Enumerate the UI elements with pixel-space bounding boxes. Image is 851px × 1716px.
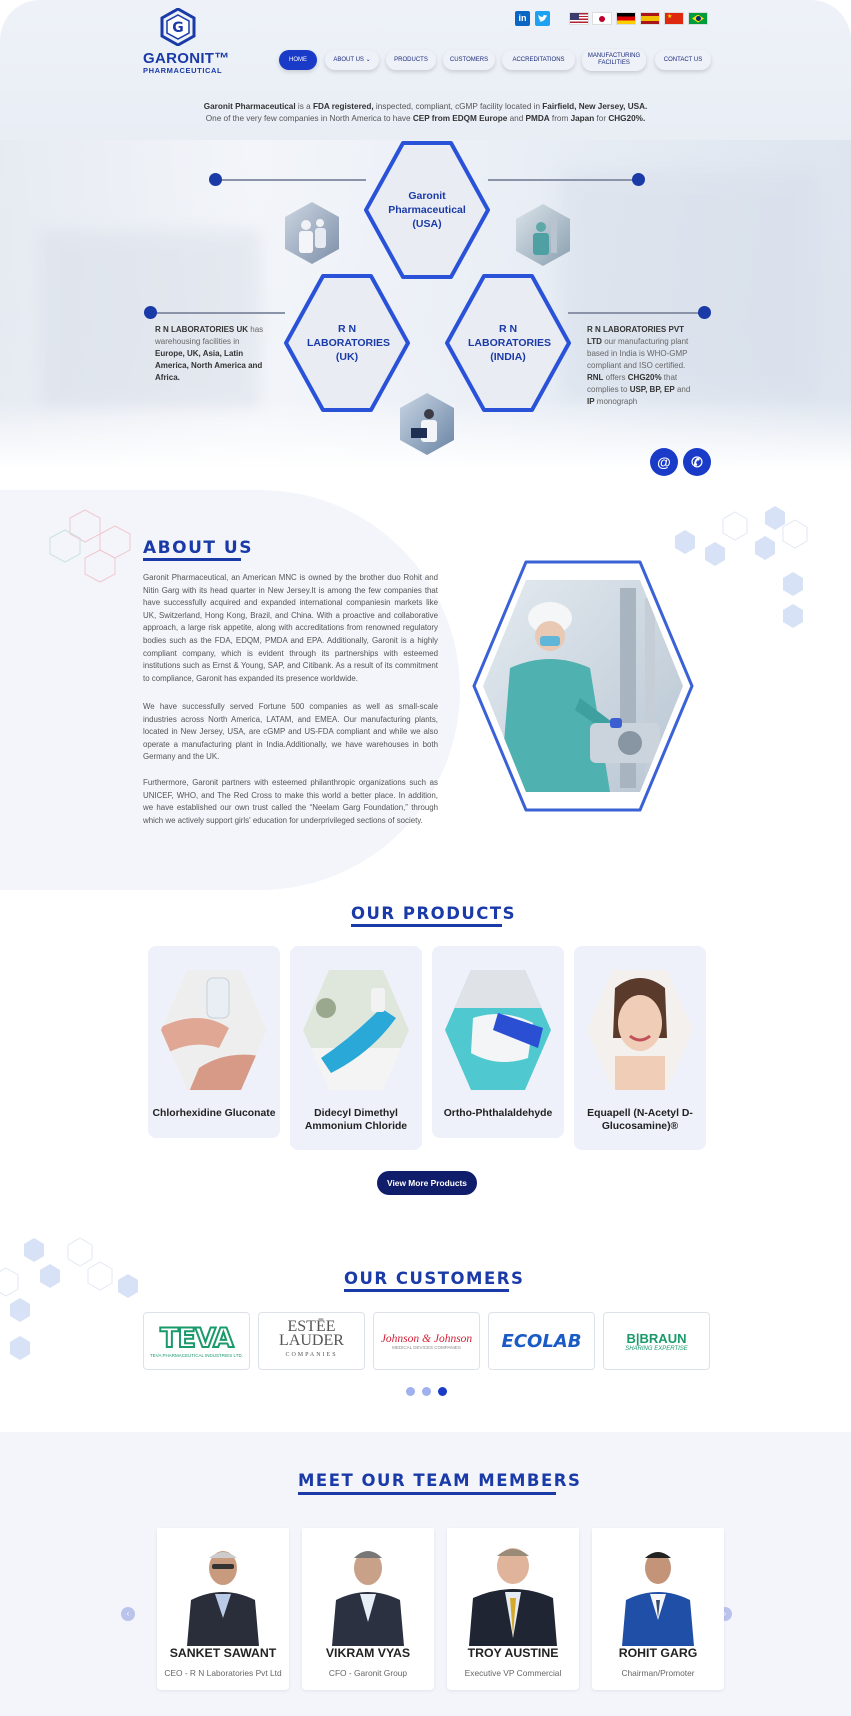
phone-button[interactable]: ✆ bbox=[683, 448, 711, 476]
brand-logo[interactable]: G GARONIT™ PHARMACEUTICAL bbox=[143, 8, 233, 75]
brand-sub: PHARMACEUTICAL bbox=[143, 66, 223, 75]
hexagon-decoration-icon bbox=[0, 1237, 138, 1360]
nav-about-us[interactable]: ABOUT US ⌄ bbox=[325, 50, 379, 70]
svg-text:G: G bbox=[172, 20, 184, 36]
customer-logo-ecolab[interactable]: ECOLAB bbox=[488, 1312, 595, 1370]
team-title: MEET OUR TEAM MEMBERS bbox=[298, 1471, 582, 1490]
nav-manufacturing-facilities[interactable]: MANUFACTURING FACILITIES bbox=[582, 49, 646, 71]
connector-line bbox=[216, 179, 366, 181]
india-description: R N LABORATORIES PVT LTD our manufacturi… bbox=[587, 325, 691, 406]
view-more-products-button[interactable]: View More Products bbox=[377, 1171, 477, 1195]
flag-japan-icon[interactable] bbox=[592, 12, 612, 25]
flag-china-icon[interactable]: ★ bbox=[664, 12, 684, 25]
about-paragraph: Furthermore, Garonit partners with estee… bbox=[143, 778, 438, 825]
hub-india[interactable]: R N LABORATORIES (INDIA) bbox=[444, 273, 572, 413]
product-card[interactable]: Didecyl Dimethyl Ammonium Chloride bbox=[290, 946, 422, 1150]
product-name: Ortho-Phthalaldehyde bbox=[443, 1108, 553, 1119]
team-member-card[interactable]: TROY AUSTINE Executive VP Commercial bbox=[447, 1528, 579, 1690]
customer-logo-estee-lauder[interactable]: ESTĒE LAUDER COMPANIES bbox=[258, 1312, 365, 1370]
product-card[interactable]: Ortho-Phthalaldehyde bbox=[432, 946, 564, 1138]
products-title: OUR PRODUCTS bbox=[351, 904, 517, 923]
logo-hex-icon: G bbox=[160, 8, 196, 46]
hero-intro: Garonit Pharmaceutical is a FDA register… bbox=[203, 102, 648, 123]
page: G GARONIT™ PHARMACEUTICAL in ★ HOME ABOU… bbox=[0, 0, 851, 1716]
molecule-decoration-icon bbox=[49, 509, 131, 583]
nav-customers[interactable]: CUSTOMERS bbox=[443, 50, 495, 70]
product-name: Didecyl Dimethyl Ammonium Chloride bbox=[304, 1108, 408, 1132]
about-title: ABOUT US bbox=[143, 538, 253, 558]
title-underline bbox=[143, 558, 241, 561]
skin-care-photo bbox=[587, 970, 693, 1090]
title-underline bbox=[351, 924, 502, 927]
nav-home[interactable]: HOME bbox=[279, 50, 317, 70]
about-paragraph: Garonit Pharmaceutical, an American MNC … bbox=[143, 573, 438, 683]
nav-contact-us[interactable]: CONTACT US bbox=[655, 50, 711, 70]
about-paragraph: We have successfully served Fortune 500 … bbox=[143, 702, 438, 762]
hand-sanitizer-photo bbox=[161, 970, 267, 1090]
cleaning-gloves-photo bbox=[303, 970, 409, 1090]
team-member-role: Executive VP Commercial bbox=[464, 1668, 562, 1678]
title-underline bbox=[344, 1289, 509, 1292]
team-member-role: CEO - R N Laboratories Pvt Ltd bbox=[164, 1668, 282, 1678]
product-card[interactable]: Chlorhexidine Gluconate bbox=[148, 946, 280, 1138]
brand-name: GARONIT™ bbox=[143, 50, 230, 67]
team-member-role: Chairman/Promoter bbox=[621, 1668, 695, 1678]
connector-dot bbox=[632, 173, 645, 186]
hub-usa[interactable]: Garonit Pharmaceutical (USA) bbox=[363, 140, 491, 280]
customer-logo-johnson-johnson[interactable]: Johnson & Johnson MEDICAL DEVICES COMPAN… bbox=[373, 1312, 480, 1370]
lab-photo-hex bbox=[400, 393, 454, 455]
flag-spain-icon[interactable] bbox=[640, 12, 660, 25]
nav-products[interactable]: PRODUCTS bbox=[386, 50, 436, 70]
team-member-card[interactable]: ROHIT GARG Chairman/Promoter bbox=[592, 1528, 724, 1690]
product-name: Equapell (N-Acetyl D-Glucosamine)® bbox=[587, 1108, 693, 1132]
team-member-role: CFO - Garonit Group bbox=[328, 1668, 408, 1678]
carousel-dot[interactable] bbox=[406, 1387, 415, 1396]
email-button[interactable]: @ bbox=[650, 448, 678, 476]
connector-line bbox=[568, 312, 704, 314]
team-member-photo bbox=[447, 1528, 579, 1646]
team-member-photo bbox=[302, 1528, 434, 1646]
team-member-card[interactable]: VIKRAM VYAS CFO - Garonit Group bbox=[302, 1528, 434, 1690]
team-member-card[interactable]: SANKET SAWANT CEO - R N Laboratories Pvt… bbox=[157, 1528, 289, 1690]
team-member-name: ROHIT GARG bbox=[618, 1646, 698, 1660]
about-lab-photo bbox=[472, 560, 694, 812]
carousel-prev-button[interactable]: ‹ bbox=[121, 1607, 135, 1621]
team-member-photo bbox=[157, 1528, 289, 1646]
customers-title: OUR CUSTOMERS bbox=[344, 1269, 525, 1288]
flag-brazil-icon[interactable] bbox=[688, 12, 708, 25]
flag-germany-icon[interactable] bbox=[616, 12, 636, 25]
connector-dot bbox=[209, 173, 222, 186]
hexagon-decoration-icon bbox=[675, 506, 808, 628]
title-underline bbox=[298, 1492, 556, 1495]
hub-uk[interactable]: R N LABORATORIES (UK) bbox=[283, 273, 411, 413]
lab-photo-hex bbox=[285, 202, 339, 264]
team-member-photo bbox=[592, 1528, 724, 1646]
team-member-name: TROY AUSTINE bbox=[467, 1646, 559, 1660]
connector-dot bbox=[144, 306, 157, 319]
customer-logo-teva[interactable]: TEVA TEVA PHARMACEUTICAL INDUSTRIES LTD. bbox=[143, 1312, 250, 1370]
team-member-name: SANKET SAWANT bbox=[169, 1646, 277, 1660]
linkedin-icon[interactable]: in bbox=[515, 11, 530, 26]
flag-us-icon[interactable] bbox=[569, 12, 589, 25]
twitter-icon[interactable] bbox=[535, 11, 550, 26]
nav-accreditations[interactable]: ACCREDITATIONS bbox=[502, 50, 575, 70]
carousel-dot[interactable] bbox=[422, 1387, 431, 1396]
connector-line bbox=[488, 179, 638, 181]
team-member-name: VIKRAM VYAS bbox=[325, 1646, 411, 1660]
connector-dot bbox=[698, 306, 711, 319]
lab-photo-hex bbox=[516, 204, 570, 266]
surgical-gloves-photo bbox=[445, 970, 551, 1090]
uk-description: R N LABORATORIES UK has warehousing faci… bbox=[155, 325, 264, 382]
carousel-dot-active[interactable] bbox=[438, 1387, 447, 1396]
connector-line bbox=[150, 312, 285, 314]
customer-logo-bbraun[interactable]: B|BRAUN SHARING EXPERTISE bbox=[603, 1312, 710, 1370]
product-name: Chlorhexidine Gluconate bbox=[152, 1108, 276, 1119]
product-card[interactable]: Equapell (N-Acetyl D-Glucosamine)® bbox=[574, 946, 706, 1150]
